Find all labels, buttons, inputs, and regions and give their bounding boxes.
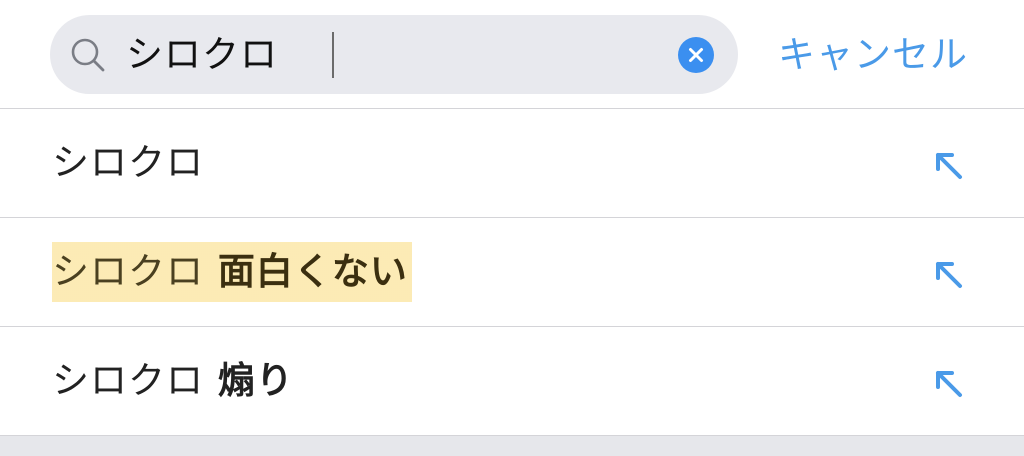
close-icon [689, 48, 703, 62]
fill-query-arrow-icon[interactable] [930, 256, 966, 292]
fill-query-arrow-icon[interactable] [930, 365, 966, 401]
suggestion-label: シロクロ 煽り [52, 327, 294, 435]
list-footer-divider [0, 436, 1024, 456]
search-input[interactable]: シロクロ [126, 15, 278, 94]
suggestion-query-part: シロクロ [52, 359, 204, 402]
suggestion-query-part: シロクロ [52, 141, 204, 184]
suggestion-row[interactable]: シロクロ [0, 109, 1024, 218]
cancel-button[interactable]: キャンセル [778, 15, 968, 94]
suggestion-row[interactable]: シロクロ 面白くない [0, 218, 1024, 327]
suggestion-query-part: シロクロ [52, 250, 204, 293]
suggestion-label: シロクロ [52, 109, 204, 217]
suggestion-row[interactable]: シロクロ 煽り [0, 327, 1024, 436]
search-icon [70, 37, 106, 73]
suggestion-suffix: 煽り [204, 359, 294, 402]
fill-query-arrow-icon[interactable] [930, 147, 966, 183]
clear-search-button[interactable] [678, 37, 714, 73]
suggestion-suffix: 面白くない [204, 250, 408, 293]
search-header: シロクロ キャンセル [0, 0, 1024, 109]
search-bar[interactable]: シロクロ [50, 15, 738, 94]
text-caret [332, 32, 334, 78]
suggestion-label: シロクロ 面白くない [52, 218, 412, 326]
